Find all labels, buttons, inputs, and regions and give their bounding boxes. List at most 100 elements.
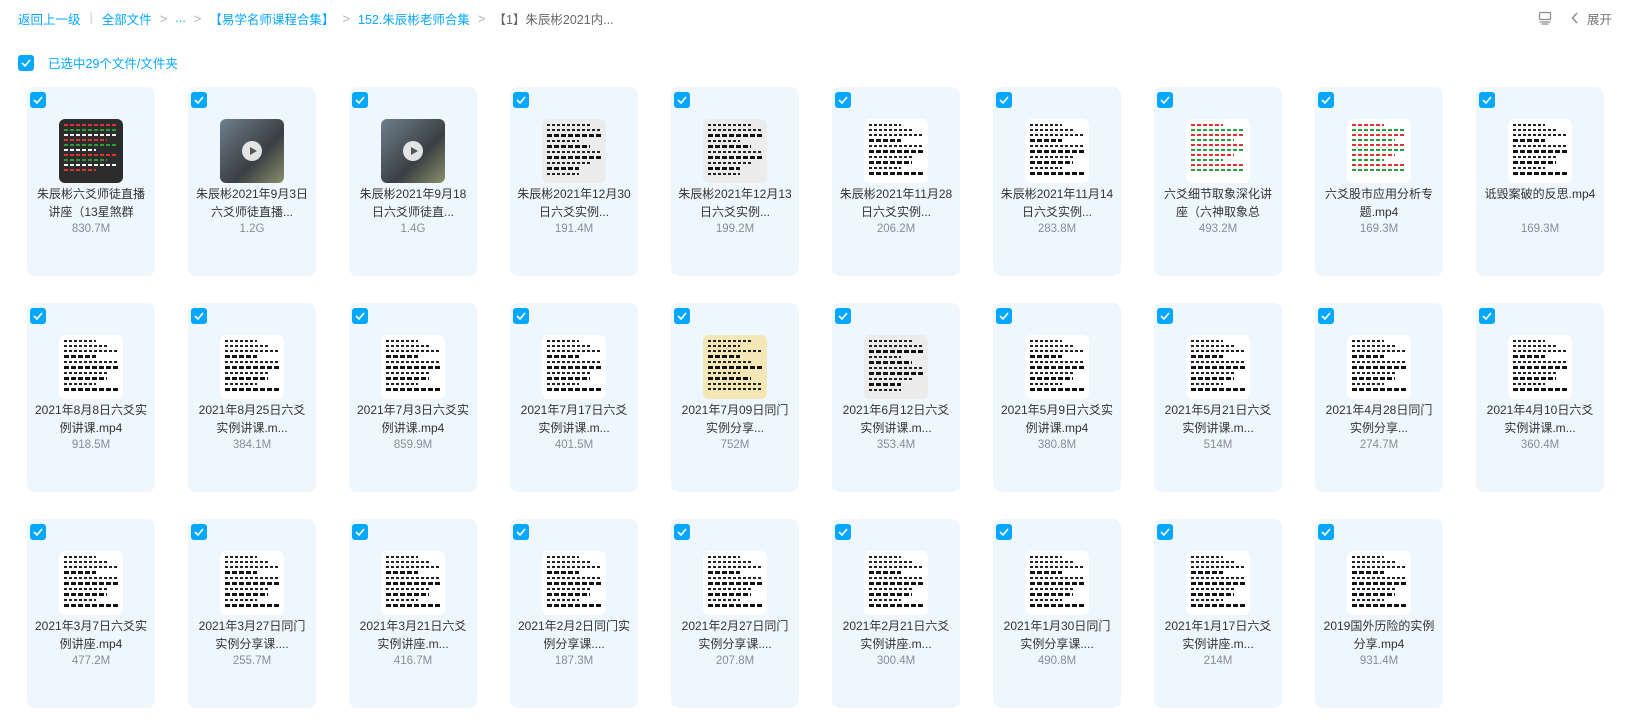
file-checkbox[interactable] bbox=[674, 308, 690, 324]
file-checkbox[interactable] bbox=[1157, 92, 1173, 108]
file-checkbox[interactable] bbox=[1157, 524, 1173, 540]
file-checkbox[interactable] bbox=[191, 524, 207, 540]
file-name[interactable]: 2019国外历险的实例分享.mp4 bbox=[1321, 617, 1437, 653]
file-checkbox[interactable] bbox=[996, 524, 1012, 540]
file-card[interactable]: 2021年7月3日六爻实例讲课.mp4 859.9M bbox=[349, 303, 477, 492]
document-thumbnail[interactable] bbox=[542, 551, 606, 615]
file-checkbox[interactable] bbox=[513, 308, 529, 324]
file-checkbox[interactable] bbox=[513, 524, 529, 540]
document-thumbnail[interactable] bbox=[1025, 119, 1089, 183]
file-name[interactable]: 朱辰彬2021年12月30日六爻实例... bbox=[516, 185, 632, 221]
document-thumbnail[interactable] bbox=[703, 551, 767, 615]
chart-thumbnail[interactable] bbox=[1186, 119, 1250, 183]
document-thumbnail[interactable] bbox=[1347, 551, 1411, 615]
file-name[interactable]: 2021年7月17日六爻实例讲课.m... bbox=[516, 401, 632, 437]
file-card[interactable]: 2021年3月27日同门实例分享课.... 255.7M bbox=[188, 519, 316, 708]
back-link[interactable]: 返回上一级 bbox=[18, 9, 81, 28]
file-name[interactable]: 2021年4月10日六爻实例讲课.m... bbox=[1482, 401, 1598, 437]
file-checkbox[interactable] bbox=[1479, 308, 1495, 324]
file-name[interactable]: 2021年4月28日同门实例分享... bbox=[1321, 401, 1437, 437]
file-card[interactable]: 2021年3月21日六爻实例讲座.m... 416.7M bbox=[349, 519, 477, 708]
file-checkbox[interactable] bbox=[513, 92, 529, 108]
file-card[interactable]: 六爻股市应用分析专题.mp4 169.3M bbox=[1315, 87, 1443, 276]
file-checkbox[interactable] bbox=[30, 524, 46, 540]
file-name[interactable]: 朱辰彬2021年11月28日六爻实例... bbox=[838, 185, 954, 221]
file-name[interactable]: 2021年5月9日六爻实例讲课.mp4 bbox=[999, 401, 1115, 437]
file-checkbox[interactable] bbox=[352, 524, 368, 540]
file-card[interactable]: 2019国外历险的实例分享.mp4 931.4M bbox=[1315, 519, 1443, 708]
document-thumbnail[interactable] bbox=[542, 335, 606, 399]
file-checkbox[interactable] bbox=[835, 308, 851, 324]
file-name[interactable]: 诋毁案破的反思.mp4 bbox=[1482, 185, 1598, 221]
breadcrumb-all-files[interactable]: 全部文件 bbox=[102, 9, 152, 28]
chart-thumbnail[interactable] bbox=[59, 119, 123, 183]
file-card[interactable]: 朱辰彬六爻师徒直播讲座（13星煞群 830.7M bbox=[27, 87, 155, 276]
file-card[interactable]: 朱辰彬2021年12月30日六爻实例... 191.4M bbox=[510, 87, 638, 276]
breadcrumb-level2[interactable]: 152.朱辰彬老师合集 bbox=[358, 9, 470, 28]
file-name[interactable]: 朱辰彬六爻师徒直播讲座（13星煞群 bbox=[33, 185, 149, 221]
document-thumbnail[interactable] bbox=[1025, 335, 1089, 399]
file-name[interactable]: 2021年3月21日六爻实例讲座.m... bbox=[355, 617, 471, 653]
document-thumbnail[interactable] bbox=[1186, 335, 1250, 399]
file-name[interactable]: 2021年2月27日同门实例分享课.... bbox=[677, 617, 793, 653]
file-name[interactable]: 2021年8月25日六爻实例讲课.m... bbox=[194, 401, 310, 437]
file-card[interactable]: 2021年5月9日六爻实例讲课.mp4 380.8M bbox=[993, 303, 1121, 492]
document-thumbnail[interactable] bbox=[703, 335, 767, 399]
breadcrumb-level1[interactable]: 【易学名师课程合集】 bbox=[209, 9, 334, 28]
file-card[interactable]: 2021年1月30日同门实例分享课.... 490.8M bbox=[993, 519, 1121, 708]
file-checkbox[interactable] bbox=[674, 92, 690, 108]
document-thumbnail[interactable] bbox=[864, 119, 928, 183]
document-thumbnail[interactable] bbox=[59, 551, 123, 615]
chevron-left-icon[interactable] bbox=[1571, 12, 1579, 24]
file-name[interactable]: 2021年1月30日同门实例分享课.... bbox=[999, 617, 1115, 653]
file-card[interactable]: 朱辰彬2021年12月13日六爻实例... 199.2M bbox=[671, 87, 799, 276]
video-thumbnail[interactable] bbox=[220, 119, 284, 183]
file-name[interactable]: 朱辰彬2021年9月3日六爻师徒直播... bbox=[194, 185, 310, 221]
file-name[interactable]: 朱辰彬2021年12月13日六爻实例... bbox=[677, 185, 793, 221]
document-thumbnail[interactable] bbox=[864, 335, 928, 399]
file-checkbox[interactable] bbox=[996, 308, 1012, 324]
file-card[interactable]: 2021年4月10日六爻实例讲课.m... 360.4M bbox=[1476, 303, 1604, 492]
file-card[interactable]: 2021年2月2日同门实例分享课.... 187.3M bbox=[510, 519, 638, 708]
file-card[interactable]: 2021年1月17日六爻实例讲座.m... 214M bbox=[1154, 519, 1282, 708]
file-checkbox[interactable] bbox=[352, 308, 368, 324]
file-checkbox[interactable] bbox=[674, 524, 690, 540]
document-thumbnail[interactable] bbox=[220, 551, 284, 615]
file-card[interactable]: 诋毁案破的反思.mp4 169.3M bbox=[1476, 87, 1604, 276]
document-thumbnail[interactable] bbox=[703, 119, 767, 183]
file-name[interactable]: 2021年5月21日六爻实例讲课.m... bbox=[1160, 401, 1276, 437]
document-thumbnail[interactable] bbox=[1025, 551, 1089, 615]
file-name[interactable]: 2021年7月3日六爻实例讲课.mp4 bbox=[355, 401, 471, 437]
file-checkbox[interactable] bbox=[1318, 524, 1334, 540]
file-checkbox[interactable] bbox=[191, 92, 207, 108]
file-card[interactable]: 2021年8月25日六爻实例讲课.m... 384.1M bbox=[188, 303, 316, 492]
file-card[interactable]: 2021年7月09日同门实例分享... 752M bbox=[671, 303, 799, 492]
document-thumbnail[interactable] bbox=[1186, 551, 1250, 615]
document-thumbnail[interactable] bbox=[1347, 335, 1411, 399]
file-checkbox[interactable] bbox=[1157, 308, 1173, 324]
file-checkbox[interactable] bbox=[835, 92, 851, 108]
file-name[interactable]: 2021年2月21日六爻实例讲座.m... bbox=[838, 617, 954, 653]
file-name[interactable]: 六爻细节取象深化讲座（六神取象总 bbox=[1160, 185, 1276, 221]
document-thumbnail[interactable] bbox=[542, 119, 606, 183]
file-checkbox[interactable] bbox=[191, 308, 207, 324]
file-card[interactable]: 2021年6月12日六爻实例讲课.m... 353.4M bbox=[832, 303, 960, 492]
file-name[interactable]: 六爻股市应用分析专题.mp4 bbox=[1321, 185, 1437, 221]
file-checkbox[interactable] bbox=[352, 92, 368, 108]
expand-button[interactable]: 展开 bbox=[1587, 9, 1612, 28]
file-name[interactable]: 2021年6月12日六爻实例讲课.m... bbox=[838, 401, 954, 437]
file-name[interactable]: 朱辰彬2021年9月18日六爻师徒直... bbox=[355, 185, 471, 221]
file-name[interactable]: 朱辰彬2021年11月14日六爻实例... bbox=[999, 185, 1115, 221]
document-thumbnail[interactable] bbox=[1508, 335, 1572, 399]
file-name[interactable]: 2021年2月2日同门实例分享课.... bbox=[516, 617, 632, 653]
file-name[interactable]: 2021年8月8日六爻实例讲课.mp4 bbox=[33, 401, 149, 437]
file-name[interactable]: 2021年3月27日同门实例分享课.... bbox=[194, 617, 310, 653]
file-checkbox[interactable] bbox=[835, 524, 851, 540]
file-card[interactable]: 朱辰彬2021年9月3日六爻师徒直播... 1.2G bbox=[188, 87, 316, 276]
document-thumbnail[interactable] bbox=[381, 335, 445, 399]
breadcrumb-ellipsis[interactable]: ... bbox=[175, 11, 185, 25]
file-card[interactable]: 2021年2月27日同门实例分享课.... 207.8M bbox=[671, 519, 799, 708]
file-name[interactable]: 2021年7月09日同门实例分享... bbox=[677, 401, 793, 437]
file-card[interactable]: 2021年5月21日六爻实例讲课.m... 514M bbox=[1154, 303, 1282, 492]
file-name[interactable]: 2021年3月7日六爻实例讲座.mp4 bbox=[33, 617, 149, 653]
